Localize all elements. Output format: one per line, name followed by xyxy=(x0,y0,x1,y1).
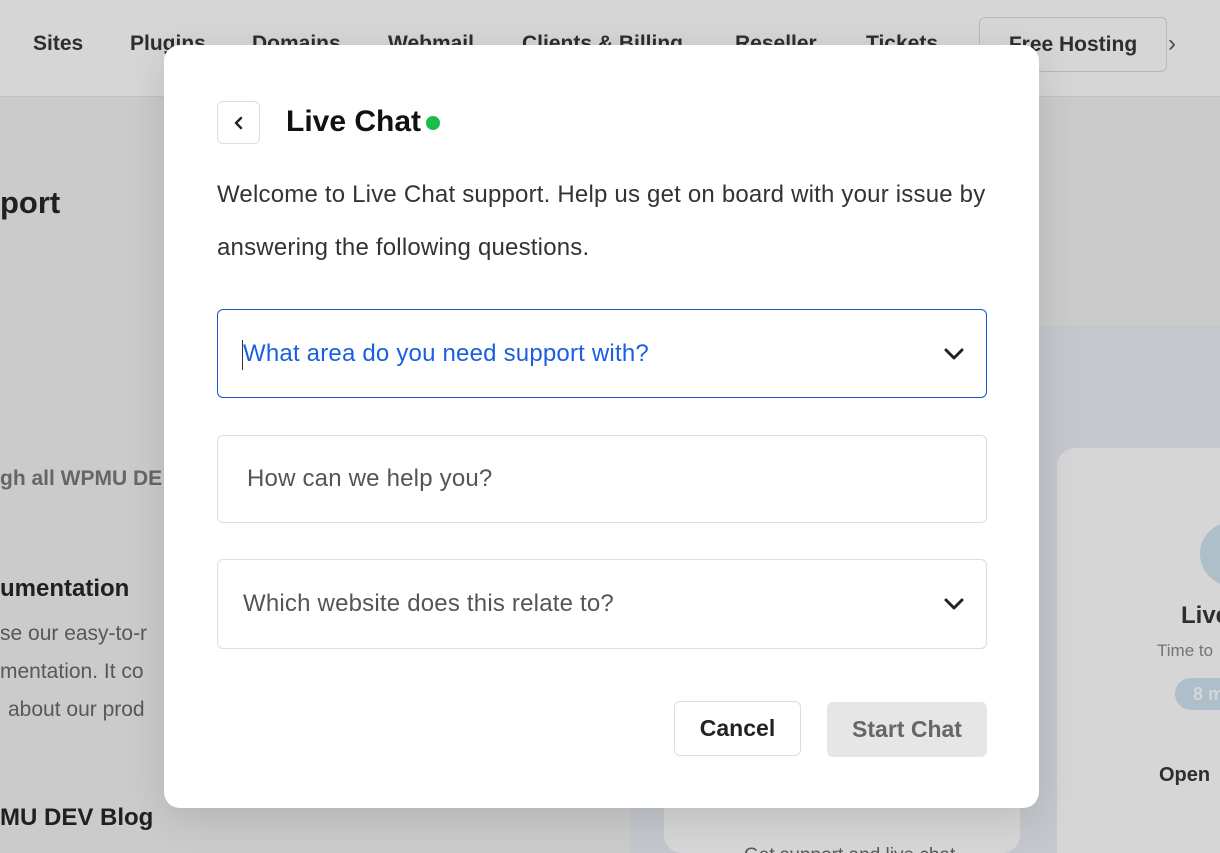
help-placeholder: How can we help you? xyxy=(247,465,493,492)
website-select[interactable]: Which website does this relate to? xyxy=(217,559,987,649)
chevron-left-icon xyxy=(234,116,242,129)
modal-intro: Welcome to Live Chat support. Help us ge… xyxy=(217,181,986,261)
help-input[interactable]: How can we help you? xyxy=(217,435,987,523)
online-status-icon xyxy=(426,116,440,130)
modal-title: Live Chat xyxy=(286,105,422,138)
cancel-button[interactable]: Cancel xyxy=(674,701,801,756)
support-area-placeholder: What area do you need support with? xyxy=(243,339,649,367)
live-chat-modal: Live Chat Welcome to Live Chat support. … xyxy=(164,45,1039,808)
website-placeholder: Which website does this relate to? xyxy=(243,590,614,617)
support-area-select[interactable]: What area do you need support with? xyxy=(217,309,987,398)
start-chat-button[interactable]: Start Chat xyxy=(827,702,987,757)
chevron-down-icon xyxy=(944,348,964,359)
back-button[interactable] xyxy=(217,101,260,144)
chevron-down-icon xyxy=(944,598,964,610)
